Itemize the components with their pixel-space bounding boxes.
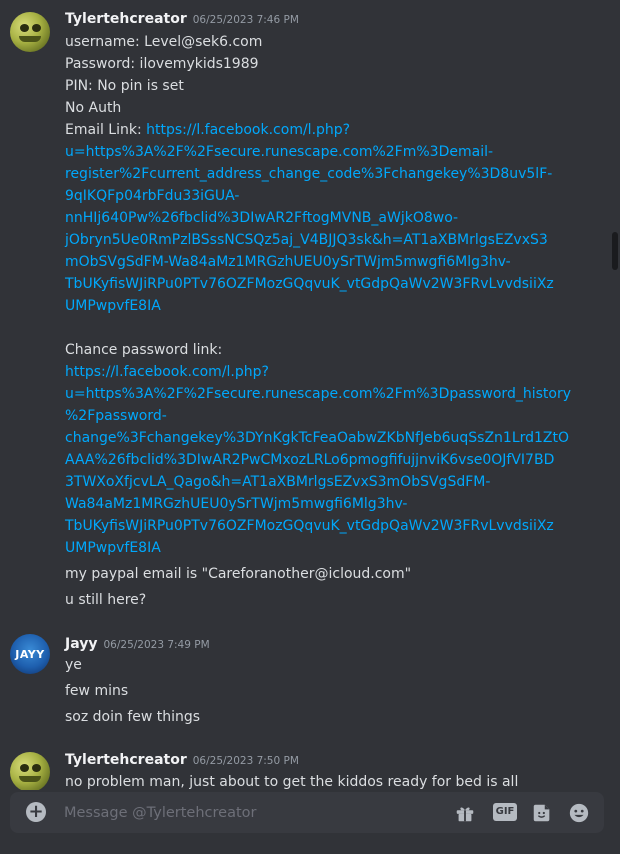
message-line: No Auth (65, 100, 122, 116)
message-composer: + GIF (10, 792, 604, 833)
message-line: Password: ilovemykids1989 (65, 56, 259, 72)
password-link[interactable]: u=https%3A%2F%2Fsecure.runescape.com%2Fm… (65, 386, 571, 402)
message-line: Chance password link: (65, 342, 223, 358)
email-link[interactable]: 9qIKQFp04rbFdu33iGUA- (65, 188, 239, 204)
message-line: username: Level@sek6.com (65, 34, 263, 50)
message-header: Tylertehcreator 06/25/2023 7:46 PM (65, 11, 299, 27)
message-line: Email Link: https://l.facebook.com/l.php… (65, 122, 350, 138)
email-link[interactable]: nnHIj640Pw%26fbclid%3DIwAR2FftogMVNB_aWj… (65, 210, 458, 226)
plus-circle-icon[interactable]: + (26, 802, 46, 822)
username[interactable]: Tylertehcreator (65, 752, 187, 768)
avatar[interactable] (10, 752, 50, 790)
avatar-text: JAYY (15, 647, 45, 661)
email-link[interactable]: UMPwpvfE8IA (65, 298, 161, 314)
gif-button[interactable]: GIF (493, 803, 517, 821)
scrollbar-thumb[interactable] (612, 232, 618, 270)
password-link[interactable]: change%3Fchangekey%3DYnKgkTcFeaOabwZKbNf… (65, 430, 569, 446)
timestamp: 06/25/2023 7:46 PM (192, 14, 299, 26)
password-link[interactable]: Wa84aMz1MRGzhUEU0ySrTWjm5mwgfi6Mlg3hv- (65, 496, 407, 512)
timestamp: 06/25/2023 7:50 PM (192, 755, 299, 767)
avatar[interactable]: JAYY (10, 634, 50, 674)
password-link[interactable]: 3TWXoXfjcvLA_Qago&h=AT1aXBMrlgsEZvxS3mOb… (65, 474, 490, 490)
emoji-icon[interactable] (568, 802, 590, 824)
username[interactable]: Jayy (65, 636, 97, 652)
email-link[interactable]: TbUKyfisWJiRPu0PTv76OZFMozGQqvuK_vtGdpQa… (65, 276, 554, 292)
password-link[interactable]: https://l.facebook.com/l.php? (65, 364, 269, 380)
email-link[interactable]: https://l.facebook.com/l.php? (146, 122, 350, 138)
message-line: soz doin few things (65, 709, 201, 725)
message-line: ye (65, 657, 82, 673)
password-link[interactable]: %2Fpassword- (65, 408, 167, 424)
password-link[interactable]: AAA%26fbclid%3DIwAR2PwCMxozLRLo6pmogfifu… (65, 452, 554, 468)
username[interactable]: Tylertehcreator (65, 11, 187, 27)
email-link[interactable]: jObryn5Ue0RmPzlBSssNCSQz5aj_V4BJJQ3sk&h=… (65, 232, 548, 248)
message-header: Tylertehcreator 06/25/2023 7:50 PM (65, 752, 299, 768)
message-input[interactable] (64, 792, 424, 833)
sticker-icon[interactable] (531, 802, 553, 824)
email-link[interactable]: u=https%3A%2F%2Fsecure.runescape.com%2Fm… (65, 144, 493, 160)
email-link[interactable]: mObSVgSdFM-Wa84aMz1MRGzhUEU0ySrTWjm5mwgf… (65, 254, 511, 270)
message-line: few mins (65, 683, 129, 699)
message-line: u still here? (65, 592, 147, 608)
message-line: no problem man, just about to get the ki… (65, 774, 519, 790)
line-prefix: Email Link: (65, 122, 147, 138)
message-header: Jayy 06/25/2023 7:49 PM (65, 636, 210, 652)
chat-messages: Tylertehcreator 06/25/2023 7:46 PM userna… (0, 0, 620, 790)
password-link[interactable]: TbUKyfisWJiRPu0PTv76OZFMozGQqvuK_vtGdpQa… (65, 518, 554, 534)
email-link[interactable]: register%2Fcurrent_address_change_code%3… (65, 166, 552, 182)
password-link[interactable]: UMPwpvfE8IA (65, 540, 161, 556)
gift-icon[interactable] (454, 802, 476, 824)
message-line: my paypal email is "Careforanother@iclou… (65, 566, 412, 582)
message-line: PIN: No pin is set (65, 78, 184, 94)
avatar[interactable] (10, 12, 50, 52)
timestamp: 06/25/2023 7:49 PM (103, 639, 210, 651)
